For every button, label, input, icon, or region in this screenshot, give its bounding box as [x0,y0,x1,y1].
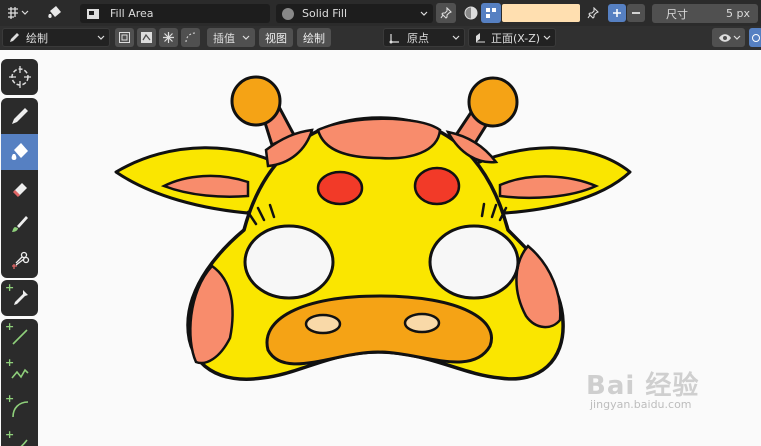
draw-menu[interactable]: 绘制 [297,28,331,47]
tint-tool[interactable] [1,206,38,242]
dashed-curve-icon [185,32,196,43]
cursor-icon [8,66,31,88]
interp-value: 插值 [213,31,235,45]
mode-value: 绘制 [26,31,48,45]
overlay-icon [752,33,760,42]
stroke-placement-dropdown[interactable]: 原点 [383,28,465,47]
visibility-dropdown[interactable] [712,28,745,47]
color-palette-icon [486,8,496,18]
pencil-icon [11,108,28,124]
draw-tool[interactable] [1,98,38,134]
bucket-icon [48,6,61,18]
pin-icon [587,7,599,19]
baidu-watermark: Bai 经验 jingyan.baidu.com [586,365,700,411]
pencil-icon [10,32,19,42]
pin-icon [440,7,452,19]
vertex-color-toggle[interactable] [481,3,501,23]
blender-window: Fill Area Solid Fill 尺寸 5 px 绘制 插值 视图 绘制… [0,0,761,446]
interpolate-dropdown[interactable]: 插值 [207,28,255,47]
chevron-down-icon [21,10,29,15]
left-antenna [230,75,296,147]
chevron-down-icon [242,35,250,40]
brush-icon [11,216,28,232]
bucket-icon [11,143,28,160]
fill-color-swatch[interactable] [502,4,580,22]
fill-mode-field[interactable]: Fill Area [80,4,270,23]
select-stroke-button[interactable] [137,28,156,47]
chevron-down-icon [420,11,428,16]
origin-value: 原点 [407,31,429,45]
size-value: 5 px [726,7,750,20]
viewport-header: 绘制 插值 视图 绘制 原点 正面(X-Z) [0,26,761,50]
plus-icon [613,9,621,17]
grease-pencil-editor-icon [8,7,18,19]
eyedropper-tool[interactable]: + [1,280,38,316]
stroke-select-icon [141,32,152,43]
mode-dropdown[interactable]: 绘制 [2,28,110,47]
asterisk-icon [163,32,174,43]
erase-tool[interactable] [1,170,38,206]
active-tool-bucket-icon[interactable] [44,3,66,23]
fill-mode-value: Fill Area [110,7,154,20]
overlay-toggle[interactable] [749,28,761,47]
material-sphere-icon [282,7,294,20]
eye-icon [719,33,731,42]
material-value: Solid Fill [302,7,347,20]
color-mode-toggle[interactable] [461,3,481,23]
minus-icon [632,12,640,14]
chevron-down-icon [452,35,460,40]
plane-icon [476,32,485,42]
chevron-down-icon [543,35,551,40]
remove-button[interactable] [627,4,645,22]
watermark-url: jingyan.baidu.com [590,398,692,411]
brush-size-field[interactable]: 尺寸 5 px [652,4,758,23]
cutter-tool[interactable] [1,242,38,278]
plane-value: 正面(X-Z) [491,31,541,45]
pin-material-button[interactable] [436,3,456,23]
add-button[interactable] [608,4,626,22]
chevron-down-icon [97,35,105,40]
arc-tool[interactable]: + [1,391,38,427]
polyline-tool[interactable]: + [1,355,38,391]
multiframe-button[interactable] [159,28,178,47]
size-label: 尺寸 [666,7,688,21]
material-field[interactable]: Solid Fill [276,4,433,23]
select-box-icon [119,32,130,43]
watermark-brand: Bai 经验 [586,371,700,401]
fill-tool[interactable] [1,134,38,170]
scissors-icon [11,251,29,269]
pin-color-button[interactable] [583,3,603,23]
half-sphere-icon [464,6,478,20]
tool-settings-header: Fill Area Solid Fill 尺寸 5 px [0,0,761,26]
chevron-down-icon [733,35,741,40]
origin-axes-icon [389,33,399,43]
curve-edit-button[interactable] [181,28,200,47]
cursor-tool[interactable] [1,59,38,95]
curve-tool[interactable]: + [1,427,38,446]
left-toolbar: + + + + + [0,56,40,446]
drawing-plane-dropdown[interactable]: 正面(X-Z) [468,28,556,47]
fill-area-icon [87,8,99,19]
line-tool[interactable]: + [1,319,38,355]
select-points-button[interactable] [115,28,134,47]
view-menu[interactable]: 视图 [259,28,293,47]
editor-type-dropdown[interactable] [3,3,31,23]
eraser-icon [12,183,27,198]
